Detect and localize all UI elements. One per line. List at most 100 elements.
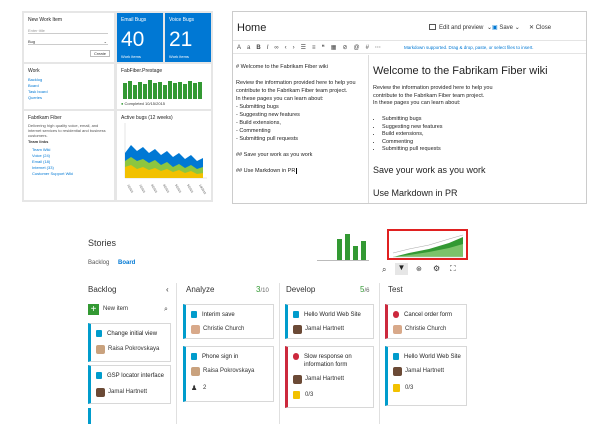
bullet-list-icon[interactable]: ☰ [301, 45, 312, 51]
avatar [96, 388, 105, 397]
page-title: Home [237, 22, 267, 34]
tab-board[interactable]: Board [118, 260, 135, 266]
work-link-queries[interactable]: Queries [28, 95, 42, 100]
test-bug-card[interactable]: Cancel order form Christie Church [385, 304, 467, 339]
work-link-taskboard[interactable]: Task board [28, 89, 48, 94]
more-icon[interactable]: ⋯ [375, 45, 387, 51]
quote-icon[interactable]: ❝ [322, 45, 331, 51]
editor-line: - Submitting pull requests [236, 136, 299, 142]
preview-bullet: Suggesting new features [382, 124, 443, 132]
card-assignee: Jamal Hartnett [305, 376, 345, 382]
tab-backlog[interactable]: Backlog [88, 260, 109, 266]
save-button[interactable]: ▣ Save ⌄ [492, 24, 520, 31]
check-icon: ● [121, 101, 124, 106]
code-icon[interactable]: ‹› [285, 45, 301, 51]
fabrikam-title: Fabrikam Fiber [28, 115, 62, 121]
card-title: Interim save [202, 312, 235, 318]
preview-bullet: Submitting pull requests [382, 146, 443, 154]
search-icon[interactable]: ⌕ [382, 265, 386, 275]
close-button[interactable]: ✕ Close [529, 24, 551, 31]
avatar [393, 367, 402, 376]
build-tile[interactable]: FabFiber.Prestage ● Completed 10/15/2015 [117, 64, 211, 109]
backlog-card[interactable]: GSP locator interface Jamal Hartnett [88, 365, 171, 404]
card-assignee: Jamal Hartnett [305, 326, 345, 332]
text-cursor [296, 168, 299, 174]
preview-line: Review the information provided here to … [373, 85, 493, 91]
markdown-editor[interactable]: # Welcome to the Fabrikam Fiber wiki Rev… [233, 55, 369, 203]
type-value: Bug [28, 39, 36, 44]
numbered-list-icon[interactable]: ≡ [312, 45, 322, 51]
font-size-icon[interactable]: Aa [237, 45, 256, 51]
filter-icon[interactable]: ▼ [395, 263, 408, 275]
voice-bugs-tile[interactable]: Voice Bugs 21 Work items [165, 13, 211, 62]
card-title-line: information form [304, 362, 348, 368]
develop-limit: /6 [364, 288, 370, 294]
build-title: FabFiber.Prestage [121, 68, 163, 74]
svg-text:9/2015: 9/2015 [186, 184, 194, 194]
book-icon [96, 330, 102, 337]
develop-card[interactable]: Hello World Web Site Jamal Hartnett [285, 304, 374, 339]
email-bugs-tile[interactable]: Email Bugs 40 Work items [117, 13, 163, 62]
work-title: Work [28, 68, 40, 74]
format-buttons: AaBI∞‹›☰≡❝▦⊘@#⋯ [237, 44, 387, 51]
close-icon: ✕ [529, 25, 535, 31]
column-backlog-header: Backlog [88, 285, 117, 294]
close-label: Close [535, 25, 552, 31]
bold-icon[interactable]: B [256, 45, 266, 51]
card-assignee: Raisa Pokrovskaya [203, 368, 255, 374]
title-input[interactable]: Enter title [28, 28, 108, 34]
active-bugs-tile[interactable]: Active bugs (12 weeks) 7/2015 7/2015 8/2… [117, 111, 211, 200]
work-link-backlog[interactable]: Backlog [28, 77, 42, 82]
team-link-voice[interactable]: Voice (24) [32, 153, 50, 158]
gear-icon[interactable]: ⚙ [433, 264, 440, 273]
editor-line: ## Save your work as you work [236, 152, 313, 158]
dashboard-panel: New Work Item Enter title Bug ⌄ Create E… [22, 11, 213, 202]
new-item-label: New item [103, 306, 129, 312]
team-link-support[interactable]: Customer Support Wiki [32, 171, 73, 176]
voice-bugs-sub: Work items [169, 54, 189, 59]
backlog-card[interactable]: Change initial view Raisa Pokrovskaya [88, 323, 171, 362]
book-icon [191, 311, 197, 318]
preview-h2-save: Save your work as you work [373, 165, 486, 175]
card-title-line: Slow response on [304, 354, 352, 360]
develop-bug-card[interactable]: Slow response on information form Jamal … [285, 346, 374, 408]
live-updates-icon[interactable]: ⊛ [416, 265, 422, 273]
create-button[interactable]: Create [90, 50, 110, 57]
team-link-email[interactable]: Email (18) [32, 159, 50, 164]
save-label: Save [499, 25, 514, 31]
svg-text:8/2015: 8/2015 [150, 184, 158, 194]
column-test-header: Test [388, 285, 403, 294]
analyze-card[interactable]: Phone sign in Raisa Pokrovskaya ♟ 2 [183, 346, 274, 402]
card-title: Change initial view [107, 331, 158, 337]
edit-preview-button[interactable]: Edit and preview ⌄ [429, 24, 492, 31]
table-icon[interactable]: ▦ [331, 45, 343, 51]
preview-line: contribute to the Fabrikam Fiber team pr… [373, 92, 485, 99]
attach-icon[interactable]: ⊘ [342, 45, 353, 51]
board-title: Stories [88, 238, 117, 248]
task-count: 2 [203, 385, 207, 391]
link-icon[interactable]: ∞ [274, 45, 284, 51]
fullscreen-icon[interactable]: ⛶ [450, 264, 456, 274]
team-link-internet[interactable]: Internet (33) [32, 165, 54, 170]
preview-line: In these pages you can learn about: [373, 100, 461, 106]
hash-icon[interactable]: # [366, 45, 375, 51]
cumulative-flow-chart[interactable] [387, 229, 468, 260]
collapse-backlog-icon[interactable]: ‹ [166, 285, 169, 294]
mention-icon[interactable]: @ [353, 45, 365, 51]
preview-paragraph: Review the information provided here to … [373, 85, 493, 108]
team-link-wiki[interactable]: Team Wiki [32, 147, 50, 152]
work-link-board[interactable]: Board [28, 83, 39, 88]
analyze-limit: /10 [260, 288, 269, 294]
preview-heading: Welcome to the Fabrikam Fiber wiki [373, 65, 548, 77]
svg-text:7/2015: 7/2015 [126, 184, 134, 194]
type-select[interactable]: Bug ⌄ [28, 39, 108, 45]
chevron-down-icon: ⌄ [103, 39, 107, 44]
editor-line: ## Use Markdown in PR [236, 167, 356, 175]
save-icon: ▣ [492, 25, 498, 31]
preview-bullet: Submitting bugs [382, 116, 443, 124]
column-divider [379, 283, 380, 424]
test-card[interactable]: Hello World Web Site Jamal Hartnett 0/3 [385, 346, 467, 406]
voice-bugs-title: Voice Bugs [169, 17, 195, 23]
search-icon[interactable]: ⌕ [164, 306, 168, 314]
analyze-card[interactable]: Interim save Christie Church [183, 304, 274, 339]
